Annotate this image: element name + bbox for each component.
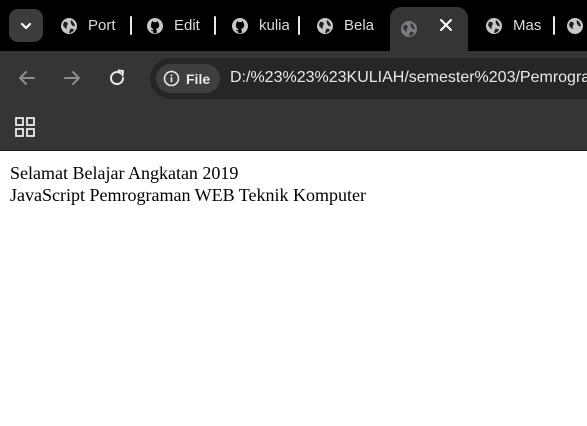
back-button[interactable]	[12, 63, 42, 93]
github-icon	[146, 17, 164, 35]
page-body-text: Selamat Belajar Angkatan 2019 JavaScript…	[10, 162, 366, 206]
tab-title: Port	[88, 17, 116, 34]
arrow-right-icon	[64, 71, 80, 85]
tab-title: Bela	[344, 17, 374, 34]
tab-separator	[130, 16, 132, 35]
apps-grid-icon[interactable]	[14, 116, 36, 138]
browser-window: Port Edit kulia Bela Mas File D:/%23%23%…	[0, 0, 587, 426]
tab-separator	[553, 16, 555, 35]
chevron-down-icon	[20, 22, 32, 29]
tab-edit[interactable]: Edit	[146, 0, 206, 51]
globe-icon	[566, 17, 584, 35]
forward-button[interactable]	[57, 63, 87, 93]
tab-strip: Port Edit kulia Bela Mas	[0, 0, 587, 51]
tab-separator	[214, 16, 216, 35]
site-info-chip[interactable]: File	[156, 64, 221, 93]
reload-button[interactable]	[102, 63, 132, 93]
globe-icon	[316, 17, 334, 35]
tab-title: Edit	[174, 17, 200, 34]
globe-icon	[60, 17, 78, 35]
tab-belajar[interactable]: Bela	[316, 0, 374, 51]
tab-title: Mas	[513, 17, 542, 34]
reload-icon	[110, 69, 125, 86]
tab-search-button[interactable]	[9, 9, 43, 42]
page-content: Selamat Belajar Angkatan 2019 JavaScript…	[0, 151, 587, 426]
site-info-label: File	[186, 70, 211, 87]
tab-partial[interactable]	[566, 0, 587, 51]
globe-icon	[400, 20, 418, 38]
tab-title: kulia	[259, 17, 289, 34]
tab-separator	[298, 16, 300, 35]
tab-mas[interactable]: Mas	[485, 0, 545, 51]
page-line-subtitle: JavaScript Pemrograman WEB Teknik Komput…	[10, 185, 367, 205]
toolbar: File D:/%23%23%23KULIAH/semester%203/Pem…	[0, 51, 587, 105]
page-line-greeting: Selamat Belajar Angkatan 2019	[10, 163, 239, 183]
globe-icon	[485, 17, 503, 35]
close-icon[interactable]	[436, 15, 456, 35]
tab-kuliah[interactable]: kulia	[231, 0, 289, 51]
github-icon	[231, 17, 249, 35]
bookmarks-bar	[0, 105, 587, 151]
info-icon	[163, 70, 180, 87]
arrow-left-icon	[19, 71, 35, 85]
url-text[interactable]: D:/%23%23%23KULIAH/semester%203/Pemrogra…	[230, 69, 587, 87]
address-bar[interactable]: File D:/%23%23%23KULIAH/semester%203/Pem…	[150, 58, 587, 99]
tab-port[interactable]: Port	[60, 0, 120, 51]
tab-active[interactable]	[390, 7, 468, 51]
